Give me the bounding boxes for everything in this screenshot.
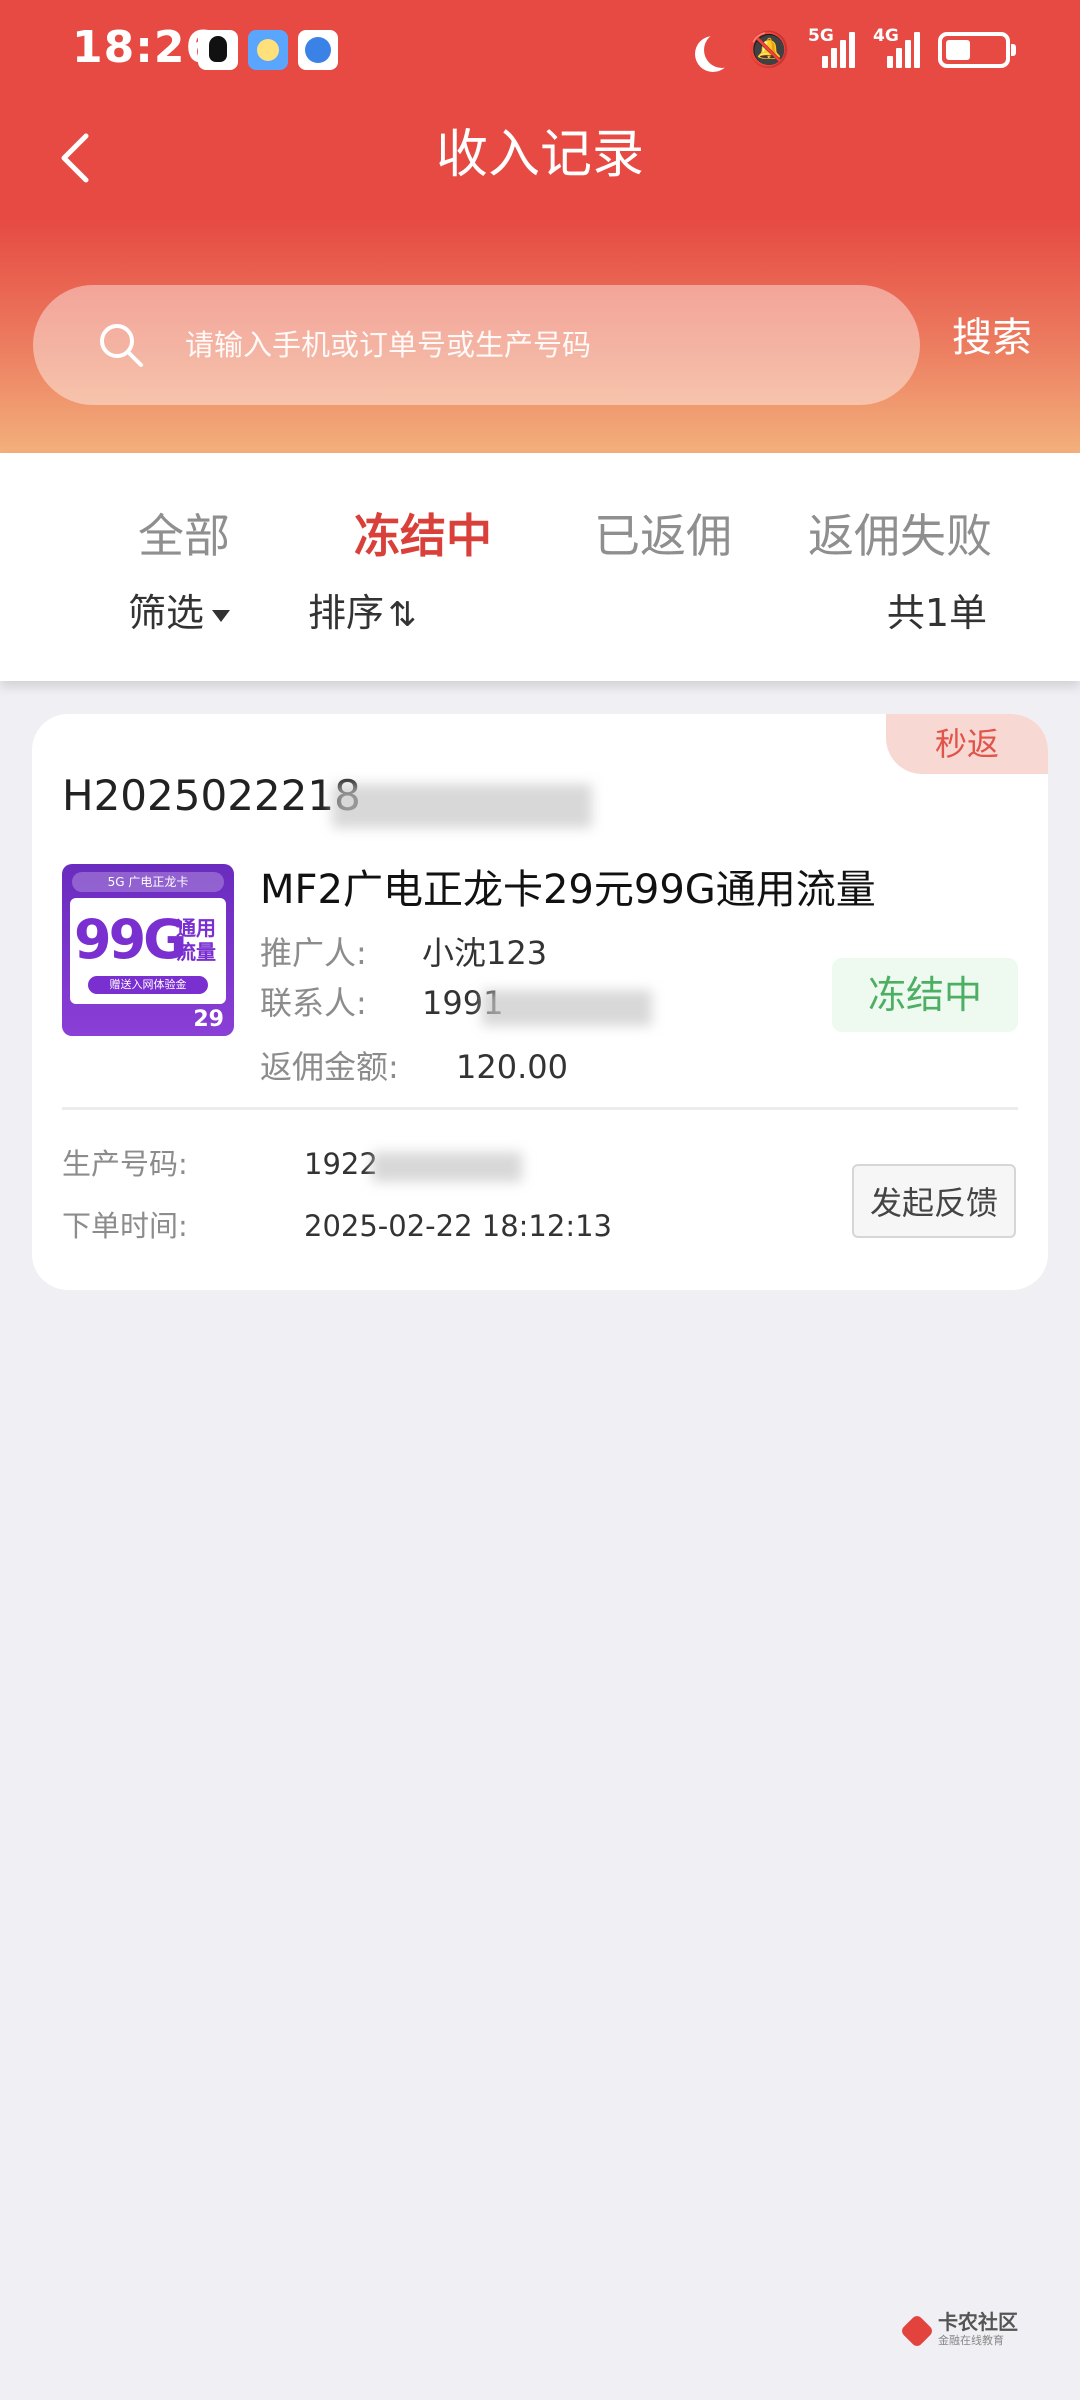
- product-title: MF2广电正龙卡29元99G通用流量: [260, 867, 876, 913]
- search-button[interactable]: 搜索: [952, 308, 1032, 368]
- status-bar: 18:26 🔕 5G 4G: [0, 0, 1080, 100]
- tab-commission-failed[interactable]: 返佣失败: [808, 501, 992, 571]
- qq-icon: [198, 30, 238, 70]
- watermark-logo-icon: [899, 2313, 935, 2349]
- watermark: 卡农社区 金融在线教育: [899, 2310, 1030, 2354]
- caret-down-icon: [212, 609, 231, 622]
- promoter-label: 推广人:: [260, 934, 367, 972]
- bell-off-icon: 🔕: [747, 30, 790, 70]
- tab-frozen[interactable]: 冻结中: [354, 501, 492, 571]
- order-time-value: 2025-02-22 18:12:13: [304, 1209, 612, 1243]
- network-4g-label: 4G: [873, 26, 899, 46]
- sort-label: 排序: [308, 591, 385, 635]
- product-image: 5G 广电正龙卡 99G 通用流量 赠送入网体验金 29: [62, 864, 234, 1036]
- redaction-blur: [372, 1152, 522, 1182]
- filter-button[interactable]: 筛选: [128, 583, 231, 643]
- weather-icon: [248, 30, 288, 70]
- product-image-price: 29: [193, 1007, 224, 1032]
- search-input[interactable]: [185, 315, 885, 375]
- commission-value: 120.00: [456, 1048, 568, 1086]
- product-image-side-text: 通用流量: [176, 916, 216, 964]
- production-number-value: 1922: [304, 1147, 378, 1181]
- status-time: 18:26: [72, 22, 218, 73]
- battery-icon: [938, 32, 1016, 68]
- sort-icon: ⇅: [388, 595, 417, 635]
- order-number: H2025022218: [62, 771, 361, 820]
- browser-icon: [298, 30, 338, 70]
- filter-label: 筛选: [128, 591, 205, 635]
- tab-all[interactable]: 全部: [138, 501, 230, 571]
- search-icon: [100, 324, 143, 367]
- redaction-blur: [332, 784, 592, 828]
- network-5g-label: 5G: [808, 26, 834, 46]
- commission-label: 返佣金额:: [260, 1048, 399, 1086]
- nav-bar: 收入记录: [0, 110, 1080, 200]
- promoter-value: 小沈123: [422, 934, 548, 972]
- product-image-big-text: 99G: [74, 908, 187, 971]
- order-count: 共1单: [886, 591, 987, 635]
- watermark-subtitle: 金融在线教育: [938, 2334, 1004, 2347]
- product-image-top-text: 5G 广电正龙卡: [72, 872, 224, 892]
- signal-4g-icon: 4G: [873, 26, 920, 68]
- page-title: 收入记录: [435, 125, 644, 185]
- watermark-title: 卡农社区: [938, 2310, 1018, 2334]
- search-box[interactable]: [33, 285, 920, 405]
- system-icons: 🔕 5G 4G: [694, 26, 1016, 72]
- moon-icon: [704, 32, 740, 68]
- contact-label: 联系人:: [260, 984, 367, 1022]
- tabs-panel: 全部 冻结中 已返佣 返佣失败 筛选 排序 ⇅ 共1单: [0, 453, 1080, 681]
- tab-commissioned[interactable]: 已返佣: [594, 501, 732, 571]
- divider: [62, 1107, 1018, 1110]
- production-number-label: 生产号码:: [62, 1147, 188, 1181]
- sort-button[interactable]: 排序 ⇅: [308, 583, 417, 645]
- product-image-sub-text: 赠送入网体验金: [88, 976, 208, 994]
- order-time-label: 下单时间:: [62, 1209, 188, 1243]
- redaction-blur: [482, 990, 652, 1026]
- feedback-button[interactable]: 发起反馈: [852, 1164, 1016, 1238]
- signal-5g-icon: 5G: [808, 26, 855, 68]
- instant-return-badge: 秒返: [886, 714, 1048, 774]
- status-badge: 冻结中: [832, 958, 1018, 1032]
- order-card[interactable]: 秒返 H2025022218 5G 广电正龙卡 99G 通用流量 赠送入网体验金…: [32, 714, 1048, 1290]
